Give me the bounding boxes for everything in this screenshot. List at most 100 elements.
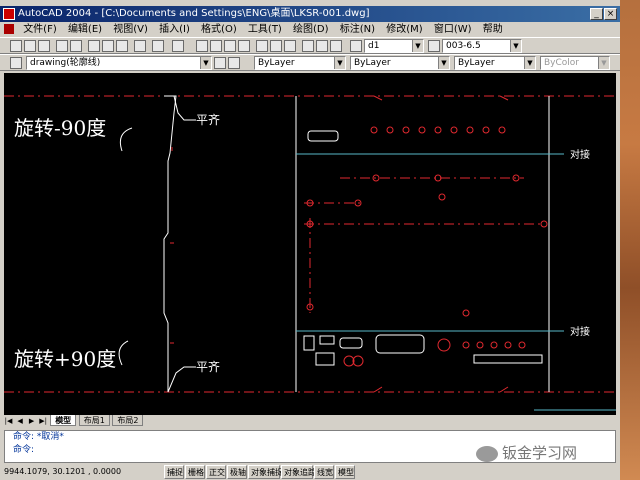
hole xyxy=(466,126,474,134)
text-style-icon[interactable] xyxy=(350,40,362,52)
butt-label-top: 对接 xyxy=(570,148,590,161)
save-icon[interactable] xyxy=(38,40,50,52)
chevron-down-icon: ▼ xyxy=(412,40,423,52)
layout-tabs: |◀ ◀ ▶ ▶| 模型 布局1 布局2 xyxy=(4,415,616,427)
textstyle-value: 003-6.5 xyxy=(446,41,481,51)
rotate-plus-label: 旋转+90度 xyxy=(14,347,116,371)
properties-icon[interactable] xyxy=(256,40,268,52)
hole xyxy=(476,341,484,349)
menu-modify[interactable]: 修改(M) xyxy=(382,22,426,37)
small-cutout-3 xyxy=(315,352,335,366)
make-object-layer-current-icon[interactable] xyxy=(214,57,226,69)
lineweight-combo[interactable]: ByLayer ▼ xyxy=(454,56,536,70)
menu-bar: 文件(F) 编辑(E) 视图(V) 插入(I) 格式(O) 工具(T) 绘图(D… xyxy=(0,22,620,37)
next-tab-icon[interactable]: ▶ xyxy=(27,415,36,427)
redo-icon[interactable] xyxy=(172,40,184,52)
close-button[interactable]: × xyxy=(604,8,617,20)
dbconnect-icon[interactable] xyxy=(302,40,314,52)
center-mark xyxy=(373,386,383,393)
hole xyxy=(438,193,446,201)
autocad-app-icon xyxy=(3,8,15,20)
center-mark xyxy=(373,95,383,101)
grid-toggle[interactable]: 栅格 xyxy=(185,465,205,479)
hole xyxy=(462,309,470,317)
menu-draw[interactable]: 绘图(D) xyxy=(289,22,333,37)
layer-manager-icon[interactable] xyxy=(10,57,22,69)
cad-drawing: 旋转-90度 旋转+90度 平齐 平齐 对接 对接 xyxy=(4,95,616,411)
otrack-toggle[interactable]: 对象追踪 xyxy=(281,465,316,479)
plotstyle-combo[interactable]: ByColor ▼ xyxy=(540,56,610,70)
long-slot xyxy=(473,354,543,364)
model-toggle[interactable]: 模型 xyxy=(335,465,355,479)
menu-window[interactable]: 窗口(W) xyxy=(430,22,476,37)
layer-previous-icon[interactable] xyxy=(228,57,240,69)
tool-palette-icon[interactable] xyxy=(284,40,296,52)
zoom-previous-icon[interactable] xyxy=(238,40,250,52)
minimize-button[interactable]: _ xyxy=(590,8,603,20)
paste-icon[interactable] xyxy=(116,40,128,52)
linetype-combo[interactable]: ByLayer ▼ xyxy=(350,56,450,70)
preview-icon[interactable] xyxy=(70,40,82,52)
rotate-arrow-top xyxy=(119,127,133,152)
watermark-text: 钣金学习网 xyxy=(502,444,578,462)
osnap-toggle[interactable]: 对象捕捉 xyxy=(248,465,283,479)
menu-insert[interactable]: 插入(I) xyxy=(155,22,194,37)
center-mark xyxy=(499,386,509,393)
help-icon[interactable] xyxy=(330,40,342,52)
tab-layout2[interactable]: 布局2 xyxy=(112,415,144,426)
layer-combo[interactable]: drawing(轮廓线) ▼ xyxy=(26,56,212,70)
menu-format[interactable]: 格式(O) xyxy=(197,22,241,37)
lineweight-toggle[interactable]: 线宽 xyxy=(314,465,334,479)
polar-toggle[interactable]: 极轴 xyxy=(227,465,247,479)
ortho-toggle[interactable]: 正交 xyxy=(206,465,226,479)
menu-help[interactable]: 帮助 xyxy=(479,22,507,37)
butt-label-bottom: 对接 xyxy=(570,325,590,338)
chevron-down-icon: ▼ xyxy=(200,57,211,69)
first-tab-icon[interactable]: |◀ xyxy=(4,415,13,427)
drawing-canvas[interactable]: 旋转-90度 旋转+90度 平齐 平齐 对接 对接 xyxy=(4,73,616,415)
coordinate-readout: 9944.1079, 30.1201 , 0.0000 xyxy=(4,467,122,476)
last-tab-icon[interactable]: ▶| xyxy=(39,415,48,427)
snap-toggle[interactable]: 捕捉 xyxy=(164,465,184,479)
color-combo[interactable]: ByLayer ▼ xyxy=(254,56,346,70)
align-label-top: 平齐 xyxy=(196,112,220,127)
undo-icon[interactable] xyxy=(152,40,164,52)
zoom-realtime-icon[interactable] xyxy=(210,40,222,52)
tab-model[interactable]: 模型 xyxy=(50,415,77,426)
zoom-window-icon[interactable] xyxy=(224,40,236,52)
menu-tools[interactable]: 工具(T) xyxy=(244,22,286,37)
pan-icon[interactable] xyxy=(196,40,208,52)
lineweight-value: ByLayer xyxy=(458,58,495,68)
dimstyle-combo[interactable]: d1 ▼ xyxy=(364,39,424,53)
hole xyxy=(434,126,442,134)
layers-toolbar: drawing(轮廓线) ▼ ByLayer ▼ ByLayer ▼ ByLay… xyxy=(0,54,620,71)
hole xyxy=(418,126,426,134)
standard-toolbar: d1 ▼ 003-6.5 ▼ xyxy=(0,37,620,54)
copy-icon[interactable] xyxy=(102,40,114,52)
tab-layout1[interactable]: 布局1 xyxy=(78,415,110,426)
vertical-scrollbar[interactable] xyxy=(616,73,620,415)
match-properties-icon[interactable] xyxy=(134,40,146,52)
dimension-style-icon[interactable] xyxy=(428,40,440,52)
align-label-bottom: 平齐 xyxy=(196,359,220,374)
new-file-icon[interactable] xyxy=(10,40,22,52)
menu-edit[interactable]: 编辑(E) xyxy=(64,22,106,37)
cut-icon[interactable] xyxy=(88,40,100,52)
markup-icon[interactable] xyxy=(316,40,328,52)
rotate-arrow-bottom xyxy=(118,340,129,366)
d-sub-cutout-2 xyxy=(375,334,425,354)
hole xyxy=(386,126,394,134)
prev-tab-icon[interactable]: ◀ xyxy=(16,415,25,427)
align-leader-top xyxy=(173,95,196,121)
connector-cutout xyxy=(307,130,339,142)
hole xyxy=(482,126,490,134)
open-file-icon[interactable] xyxy=(24,40,36,52)
menu-dimension[interactable]: 标注(N) xyxy=(336,22,379,37)
textstyle-combo[interactable]: 003-6.5 ▼ xyxy=(442,39,522,53)
print-icon[interactable] xyxy=(56,40,68,52)
menu-file[interactable]: 文件(F) xyxy=(19,22,61,37)
hole xyxy=(402,126,410,134)
menu-view[interactable]: 视图(V) xyxy=(109,22,152,37)
chevron-down-icon: ▼ xyxy=(334,57,345,69)
design-center-icon[interactable] xyxy=(270,40,282,52)
